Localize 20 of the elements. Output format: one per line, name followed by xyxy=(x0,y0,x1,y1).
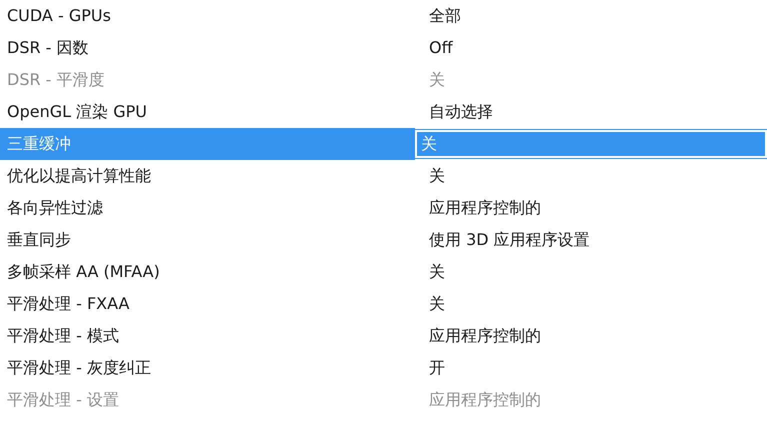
setting-value[interactable]: 关 xyxy=(415,256,767,288)
setting-value[interactable]: 应用程序控制的 xyxy=(415,320,767,352)
setting-value[interactable]: 开 xyxy=(415,352,767,384)
setting-name[interactable]: 各向异性过滤 xyxy=(0,192,415,224)
setting-value[interactable]: 应用程序控制的 xyxy=(415,192,767,224)
setting-name[interactable]: DSR - 因数 xyxy=(0,32,415,64)
setting-name[interactable]: 优化以提高计算性能 xyxy=(0,160,415,192)
setting-value[interactable]: Off xyxy=(415,32,767,64)
setting-value[interactable]: 全部 xyxy=(415,0,767,32)
setting-name[interactable]: 多帧采样 AA (MFAA) xyxy=(0,256,415,288)
setting-name[interactable]: 平滑处理 - 灰度纠正 xyxy=(0,352,415,384)
setting-name[interactable]: 垂直同步 xyxy=(0,224,415,256)
setting-value[interactable]: 关 xyxy=(415,160,767,192)
setting-value[interactable]: 使用 3D 应用程序设置 xyxy=(415,224,767,256)
setting-name[interactable]: CUDA - GPUs xyxy=(0,0,415,32)
setting-name[interactable]: OpenGL 渲染 GPU xyxy=(0,96,415,128)
setting-value[interactable]: 自动选择 xyxy=(415,96,767,128)
setting-name[interactable]: 平滑处理 - FXAA xyxy=(0,288,415,320)
setting-value[interactable]: 关 xyxy=(415,288,767,320)
setting-name[interactable]: 平滑处理 - 模式 xyxy=(0,320,415,352)
